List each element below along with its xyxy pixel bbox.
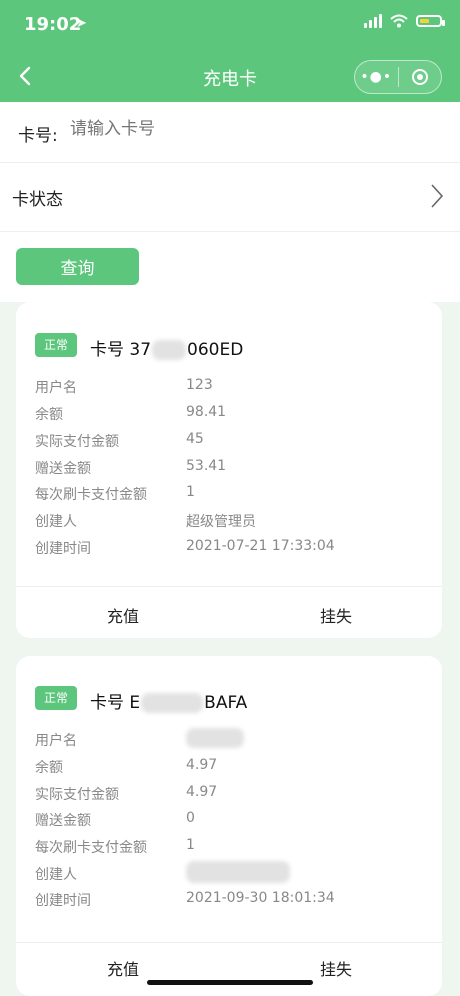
card-number-input[interactable] bbox=[68, 118, 372, 140]
charge-card-item: 正常 卡号 E BAFA 用户名 余额 4.97 实际支付金额 4.97 赠送金额 0 … bbox=[16, 656, 442, 996]
card-number-label: 卡号: bbox=[18, 126, 58, 146]
cellular-signal-icon bbox=[364, 14, 382, 28]
redacted-blur bbox=[186, 728, 244, 748]
card-status-label: 卡状态 bbox=[12, 190, 63, 210]
card-number-row: 卡号: bbox=[0, 102, 460, 163]
recharge-button[interactable]: 充值 bbox=[107, 956, 139, 980]
mini-program-capsule: •●• bbox=[354, 60, 442, 94]
redacted-blur bbox=[152, 340, 187, 360]
query-button[interactable]: 查询 bbox=[16, 248, 139, 285]
more-dots-icon[interactable]: •●• bbox=[355, 69, 398, 85]
status-indicators bbox=[364, 14, 445, 28]
redacted-blur bbox=[186, 861, 290, 883]
status-bar: 19:02 ➤ bbox=[0, 0, 460, 52]
charge-card-item: 正常 卡号 37 060ED 用户名 123 余额 98.41 实际支付金额 45 赠送… bbox=[16, 302, 442, 638]
card-status-row[interactable]: 卡状态 bbox=[0, 163, 460, 232]
location-arrow-icon: ➤ bbox=[76, 16, 87, 31]
close-target-icon[interactable] bbox=[399, 69, 442, 85]
nav-bar: 充电卡 •●• bbox=[0, 52, 460, 102]
wifi-icon bbox=[390, 14, 408, 28]
chevron-right-icon bbox=[431, 184, 444, 208]
report-loss-button[interactable]: 挂失 bbox=[320, 603, 352, 627]
status-badge: 正常 bbox=[35, 686, 77, 710]
status-badge: 正常 bbox=[35, 333, 77, 357]
report-loss-button[interactable]: 挂失 bbox=[320, 956, 352, 980]
redacted-blur bbox=[141, 693, 204, 713]
battery-icon bbox=[416, 15, 445, 27]
recharge-button[interactable]: 充值 bbox=[107, 603, 139, 627]
search-form: 卡号: 卡状态 查询 bbox=[0, 102, 460, 302]
status-time: 19:02 bbox=[24, 14, 82, 35]
home-indicator bbox=[147, 980, 313, 985]
card-number: 卡号 E BAFA bbox=[90, 693, 248, 713]
card-number: 卡号 37 060ED bbox=[90, 340, 244, 360]
